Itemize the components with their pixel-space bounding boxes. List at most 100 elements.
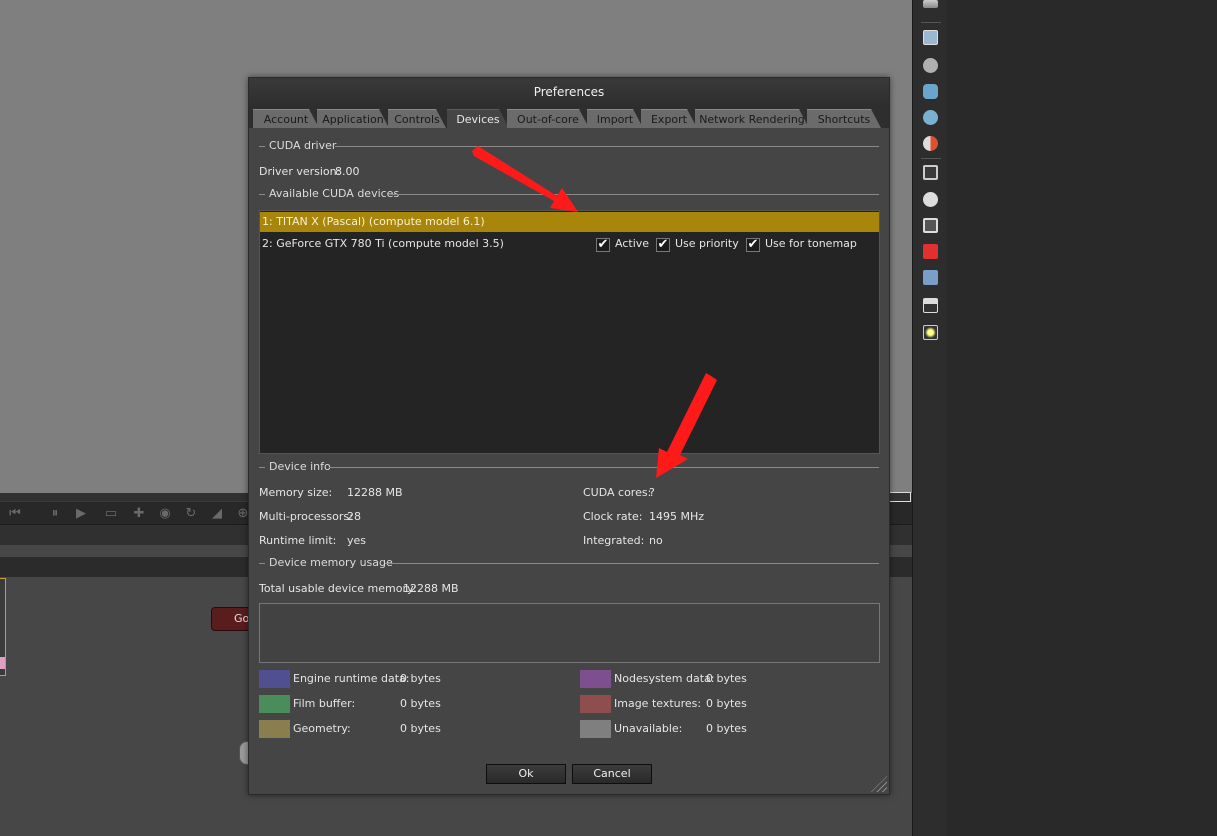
use-priority-checkbox[interactable]: ✔ — [656, 238, 670, 252]
device-list[interactable]: 1: TITAN X (Pascal) (compute model 6.1) … — [259, 210, 880, 454]
focus-picker-icon[interactable]: ✚ — [130, 505, 148, 523]
ok-button[interactable]: Ok — [486, 764, 566, 784]
progress-indicator — [889, 492, 911, 502]
active-label: Active — [615, 237, 650, 250]
device-row[interactable]: 1: TITAN X (Pascal) (compute model 6.1) — [260, 212, 879, 232]
color-picker-icon[interactable]: ◉ — [156, 505, 174, 523]
camera-icon[interactable] — [923, 58, 938, 73]
tab-application[interactable]: Application — [317, 109, 389, 128]
clock-icon[interactable] — [923, 192, 938, 207]
transform-icon[interactable] — [923, 218, 938, 233]
cuda-cores-value: ? — [649, 486, 655, 499]
section-label: Device info — [269, 460, 331, 473]
material-icon[interactable] — [923, 136, 938, 151]
texture-icon[interactable] — [923, 165, 938, 180]
available-devices-section: Available CUDA devices — [259, 187, 879, 201]
tab-account[interactable]: Account — [253, 109, 319, 128]
layers-icon[interactable] — [923, 270, 938, 285]
engine-runtime-swatch — [259, 670, 290, 688]
preferences-dialog: Preferences Account Application Controls… — [248, 77, 890, 795]
geometry-value: 0 bytes — [400, 722, 441, 735]
tab-network-rendering[interactable]: Network Rendering — [695, 109, 809, 128]
engine-runtime-value: 0 bytes — [400, 672, 441, 685]
toolbar-separator — [921, 22, 941, 23]
memory-usage-bar — [259, 603, 880, 663]
resize-grip[interactable] — [871, 776, 887, 792]
rewind-icon[interactable]: ⏮ — [6, 505, 24, 523]
device-row[interactable]: 2: GeForce GTX 780 Ti (compute model 3.5… — [260, 234, 879, 254]
section-divider — [329, 467, 879, 468]
play-icon[interactable]: ▶ — [72, 505, 90, 523]
total-memory-value: 12288 MB — [403, 582, 459, 595]
light-icon[interactable] — [923, 325, 938, 340]
red-cube-icon[interactable] — [923, 244, 938, 259]
use-priority-label: Use priority — [675, 237, 739, 250]
engine-runtime-label: Engine runtime data: — [293, 672, 410, 685]
section-divider — [259, 467, 265, 468]
section-label: Available CUDA devices — [269, 187, 400, 200]
image-textures-swatch — [580, 695, 611, 713]
imager-icon[interactable] — [923, 298, 938, 313]
pause-icon[interactable]: ⏸ — [46, 505, 64, 523]
geometry-swatch — [259, 720, 290, 738]
cancel-button[interactable]: Cancel — [572, 764, 652, 784]
tab-devices[interactable]: Devices — [447, 109, 509, 128]
monitor-icon[interactable]: ▭ — [102, 505, 120, 523]
multiprocessors-label: Multi-processors: — [259, 510, 353, 523]
geometry-label: Geometry: — [293, 722, 351, 735]
section-label: CUDA driver — [269, 139, 337, 152]
mesh-icon[interactable] — [923, 84, 938, 99]
film-buffer-label: Film buffer: — [293, 697, 356, 710]
scene-icon[interactable] — [923, 110, 938, 125]
tab-export[interactable]: Export — [641, 109, 697, 128]
use-for-tonemap-label: Use for tonemap — [765, 237, 857, 250]
memory-size-value: 12288 MB — [347, 486, 403, 499]
total-memory-label: Total usable device memory: — [259, 582, 417, 595]
multiprocessors-value: 28 — [347, 510, 361, 523]
nodesystem-label: Nodesystem data: — [614, 672, 715, 685]
outliner-icon[interactable] — [923, 0, 938, 8]
right-panel — [889, 0, 1217, 836]
right-toolbar — [913, 0, 947, 836]
active-checkbox[interactable]: ✔ — [596, 238, 610, 252]
use-for-tonemap-checkbox[interactable]: ✔ — [746, 238, 760, 252]
region-icon[interactable]: ◢ — [208, 505, 226, 523]
tab-controls[interactable]: Controls — [388, 109, 446, 128]
tab-bar: Account Application Controls Devices Out… — [249, 106, 889, 128]
section-divider — [335, 146, 879, 147]
runtime-limit-label: Runtime limit: — [259, 534, 337, 547]
film-buffer-value: 0 bytes — [400, 697, 441, 710]
section-divider — [259, 563, 265, 564]
image-icon[interactable] — [923, 30, 938, 45]
nodesystem-value: 0 bytes — [706, 672, 747, 685]
cuda-cores-label: CUDA cores: — [583, 486, 652, 499]
driver-version-value: 8.00 — [335, 165, 360, 178]
memory-usage-section: Device memory usage — [259, 556, 879, 570]
tab-shortcuts[interactable]: Shortcuts — [807, 109, 881, 128]
integrated-value: no — [649, 534, 663, 547]
toolbar-separator — [921, 158, 941, 159]
runtime-limit-value: yes — [347, 534, 367, 547]
unavailable-value: 0 bytes — [706, 722, 747, 735]
film-buffer-swatch — [259, 695, 290, 713]
image-textures-value: 0 bytes — [706, 697, 747, 710]
section-divider — [391, 194, 879, 195]
device-info-section: Device info — [259, 460, 879, 474]
cuda-driver-section: CUDA driver — [259, 139, 879, 153]
clock-rate-label: Clock rate: — [583, 510, 643, 523]
refresh-icon[interactable]: ↻ — [182, 505, 200, 523]
driver-version-label: Driver version: — [259, 165, 341, 178]
section-divider — [385, 563, 879, 564]
unavailable-swatch — [580, 720, 611, 738]
section-label: Device memory usage — [269, 556, 393, 569]
tab-out-of-core[interactable]: Out-of-core — [507, 109, 589, 128]
graph-node-pin[interactable] — [0, 657, 5, 669]
nodesystem-swatch — [580, 670, 611, 688]
unavailable-label: Unavailable: — [614, 722, 683, 735]
image-textures-label: Image textures: — [614, 697, 702, 710]
tab-import[interactable]: Import — [587, 109, 643, 128]
integrated-label: Integrated: — [583, 534, 645, 547]
device-row-label: 2: GeForce GTX 780 Ti (compute model 3.5… — [262, 237, 504, 250]
dialog-title: Preferences — [249, 78, 889, 106]
section-divider — [259, 146, 265, 147]
